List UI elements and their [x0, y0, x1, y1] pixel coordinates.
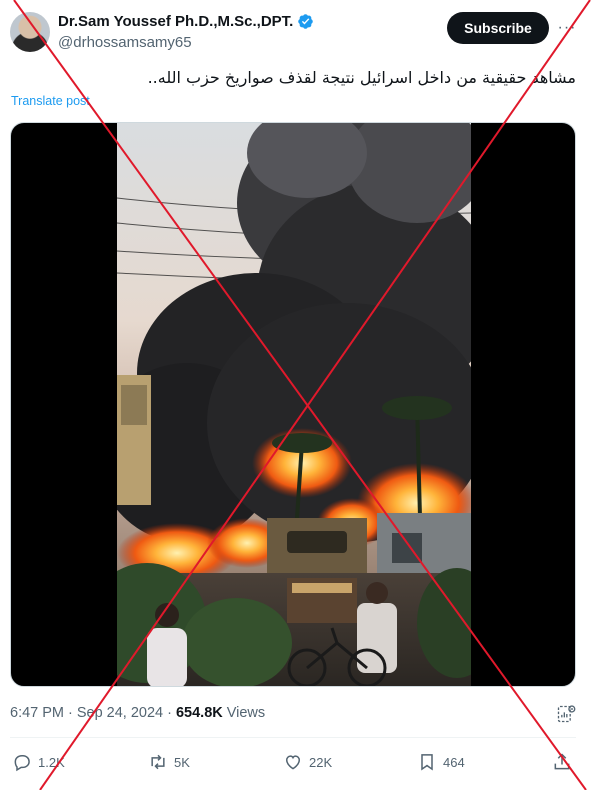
verified-badge-icon — [298, 14, 314, 29]
repost-icon — [151, 754, 165, 770]
bookmark-icon — [421, 754, 433, 771]
video-frame — [117, 123, 471, 686]
post-date[interactable]: Sep 24, 2024 — [77, 705, 163, 721]
bookmark-count: 464 — [443, 754, 465, 770]
like-count: 22K — [309, 754, 333, 770]
tweet-post: Dr.Sam Youssef Ph.D.,M.Sc.,DPT. @drhossa… — [0, 0, 594, 790]
divider — [10, 737, 576, 738]
meta-separator: · — [68, 705, 73, 721]
video-player[interactable] — [10, 122, 576, 687]
subscribe-button[interactable]: Subscribe — [447, 12, 549, 44]
translate-post-link[interactable]: Translate post — [11, 94, 90, 108]
avatar[interactable] — [10, 12, 50, 52]
bookmark-button[interactable]: 464 — [417, 752, 465, 772]
meta-separator: · — [167, 705, 172, 721]
post-text: مشاهد حقيقية من داخل اسرائيل نتيجة لقذف … — [147, 68, 576, 87]
like-icon — [285, 755, 301, 770]
share-icon — [554, 753, 570, 770]
post-time[interactable]: 6:47 PM — [10, 705, 64, 721]
more-icon[interactable]: ··· — [556, 18, 578, 38]
views-count: 654.8K — [175, 705, 223, 721]
repost-count: 5K — [174, 754, 190, 770]
video-scene-image — [117, 123, 471, 686]
views-label: Views — [226, 705, 266, 721]
reply-button[interactable]: 1.2K — [12, 752, 65, 772]
repost-button[interactable]: 5K — [148, 752, 190, 772]
analytics-icon[interactable] — [556, 703, 576, 725]
post-meta: 6:47 PM · Sep 24, 2024 · 654.8K Views — [10, 705, 265, 721]
author-handle[interactable]: @drhossamsamy65 — [58, 34, 192, 51]
action-bar: 1.2K 5K 22K 464 — [0, 750, 594, 780]
author-name-row: Dr.Sam Youssef Ph.D.,M.Sc.,DPT. — [58, 13, 314, 30]
share-button[interactable] — [552, 752, 572, 772]
reply-icon — [14, 755, 30, 772]
author-display-name[interactable]: Dr.Sam Youssef Ph.D.,M.Sc.,DPT. — [58, 13, 293, 30]
reply-count: 1.2K — [38, 754, 65, 770]
like-button[interactable]: 22K — [283, 752, 332, 772]
